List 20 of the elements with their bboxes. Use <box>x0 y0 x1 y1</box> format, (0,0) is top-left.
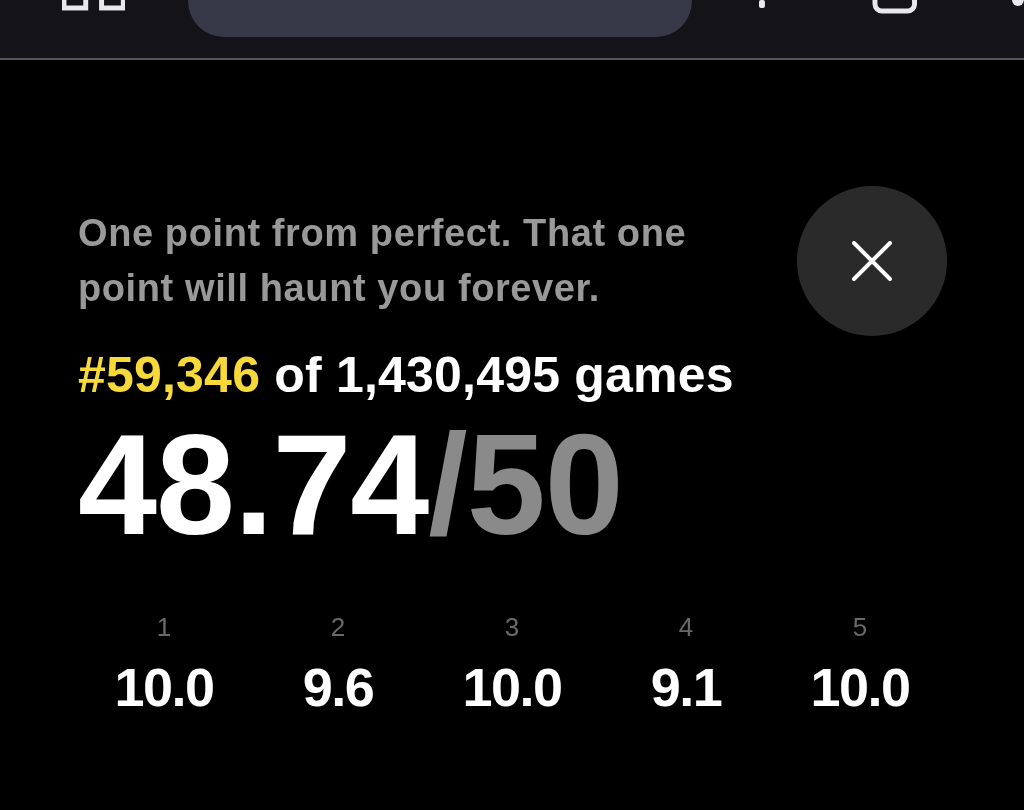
round-number: 4 <box>678 612 694 642</box>
round-score: 9.1 <box>650 658 722 716</box>
grid-icon[interactable] <box>62 0 126 12</box>
round-number: 3 <box>504 612 520 642</box>
round-number: 1 <box>156 612 172 642</box>
round-score: 10.0 <box>810 658 910 716</box>
result-message: One point from perfect. That one point will haunt you forever. <box>78 211 688 311</box>
round-score: 10.0 <box>114 658 214 716</box>
round-score: 10.0 <box>462 658 562 716</box>
round-number: 2 <box>330 612 346 642</box>
rank-position: #59,346 <box>78 347 261 403</box>
close-icon <box>852 241 892 281</box>
score-max: /50 <box>428 405 623 564</box>
score-value: 48.74 <box>78 405 429 564</box>
plus-icon[interactable] <box>758 0 765 8</box>
games-total: of 1,430,495 games <box>274 347 734 403</box>
menu-icon[interactable] <box>1012 0 1024 6</box>
round-number: 5 <box>852 612 868 642</box>
round-score: 9.6 <box>302 658 374 716</box>
tab-counter-icon[interactable] <box>871 0 918 14</box>
